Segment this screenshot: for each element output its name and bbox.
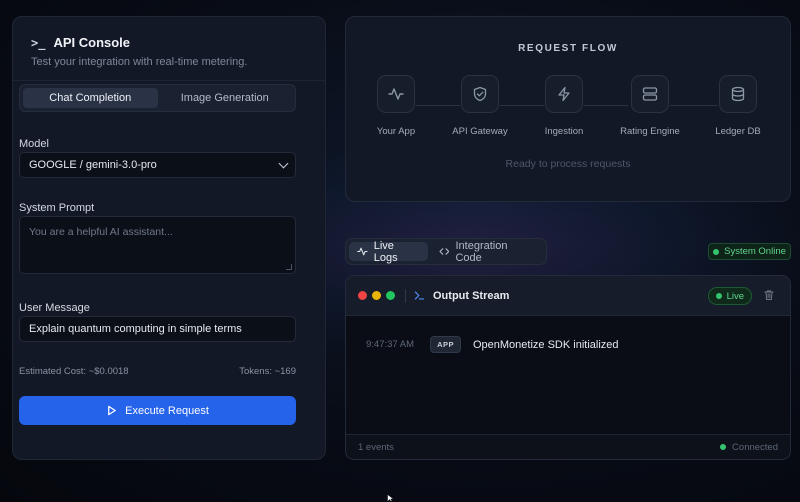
connection-status: Connected [720,442,778,453]
minimize-dot-icon [372,291,381,300]
activity-icon [388,88,404,100]
divider [405,288,406,303]
system-prompt-textarea[interactable]: You are a helpful AI assistant... [19,216,296,274]
token-count: Tokens: ~169 [239,366,296,377]
log-view-tabs: Live Logs Integration Code [345,238,547,265]
log-time: 9:47:37 AM [366,339,415,350]
tab-live-logs[interactable]: Live Logs [349,239,428,264]
maximize-dot-icon [386,291,395,300]
terminal-icon [414,291,425,300]
log-source-badge: APP [430,336,461,353]
output-stream-title: Output Stream [414,290,509,302]
shield-icon [473,86,487,102]
flow-node-ingestion: Ingestion [524,75,604,137]
close-dot-icon [358,291,367,300]
estimated-cost: Estimated Cost: ~$0.0018 [19,366,129,377]
flow-node-label: Your App [376,126,416,137]
system-status-text: System Online [724,246,786,257]
model-select-value: GOOGLE / gemini-3.0-pro [29,159,157,171]
status-dot-icon [713,248,720,255]
user-message-label: User Message [19,302,90,314]
flow-node-ledger-db: Ledger DB [698,75,778,137]
flow-node-your-app: Your App [356,75,436,137]
flow-status: Ready to process requests [505,158,631,170]
system-status-badge: System Online [708,243,791,260]
activity-icon [357,247,368,256]
output-stream-title-text: Output Stream [433,289,510,302]
output-stream-header: Output Stream Live [346,276,790,316]
system-prompt-placeholder: You are a helpful AI assistant... [29,226,173,238]
tab-live-logs-label: Live Logs [373,239,398,264]
flow-node-label: API Gateway [452,126,508,137]
live-badge: Live [707,287,752,305]
trash-icon[interactable] [763,289,775,301]
flow-node-box [377,75,415,113]
request-flow-title: REQUEST FLOW [518,43,618,54]
flow-node-api-gateway: API Gateway [440,75,520,137]
flow-node-rating-engine: Rating Engine [610,75,690,137]
flow-node-box [631,75,669,113]
console-header: >_ API Console Test your integration wit… [13,17,325,81]
request-estimate: Estimated Cost: ~$0.0018 Tokens: ~169 [19,366,296,377]
tab-image-generation[interactable]: Image Generation [158,88,293,108]
live-label: Live [726,290,744,302]
tab-integration-code[interactable]: Integration Code [431,239,543,264]
flow-node-box [461,75,499,113]
request-flow-panel: REQUEST FLOW Your App API Gateway Ingest… [345,16,791,202]
user-message-value: Explain quantum computing in simple term… [29,323,242,335]
console-title: >_ API Console [31,35,307,50]
window-controls [358,291,395,300]
console-title-text: API Console [53,35,131,50]
console-subtitle: Test your integration with real-time met… [31,56,248,68]
resize-handle-icon[interactable] [286,264,292,270]
user-message-input[interactable]: Explain quantum computing in simple term… [19,316,296,342]
tab-integration-code-label: Integration Code [455,239,508,264]
event-count: 1 events [358,441,394,453]
connection-status-text: Connected [732,441,778,453]
flow-node-label: Ledger DB [715,126,761,137]
flow-node-label: Ingestion [544,126,584,137]
output-stream-panel: Output Stream Live 9:47:37 AM APP OpenMo… [345,275,791,460]
execute-request-label: Execute Request [125,404,209,417]
status-dot-icon [720,444,727,450]
output-stream-footer: 1 events Connected [346,434,790,459]
lightning-icon [558,86,570,102]
status-dot-icon [715,293,722,299]
log-message: OpenMonetize SDK initialized [472,338,619,351]
model-select[interactable]: GOOGLE / gemini-3.0-pro [19,152,296,178]
mouse-cursor-icon [387,494,395,502]
request-type-tabs: Chat Completion Image Generation [19,84,296,112]
flow-node-box [719,75,757,113]
chevron-down-icon [278,158,289,168]
system-prompt-label: System Prompt [19,202,95,214]
database-icon [731,86,745,102]
tab-chat-completion[interactable]: Chat Completion [23,88,158,108]
server-icon [642,87,658,101]
play-icon [108,405,116,416]
flow-node-box [545,75,583,113]
model-label: Model [19,138,49,150]
terminal-icon: >_ [31,35,46,50]
flow-node-label: Rating Engine [620,126,680,137]
code-icon [439,248,450,255]
execute-request-button[interactable]: Execute Request [19,396,296,425]
log-entry: 9:47:37 AM APP OpenMonetize SDK initiali… [366,336,619,353]
